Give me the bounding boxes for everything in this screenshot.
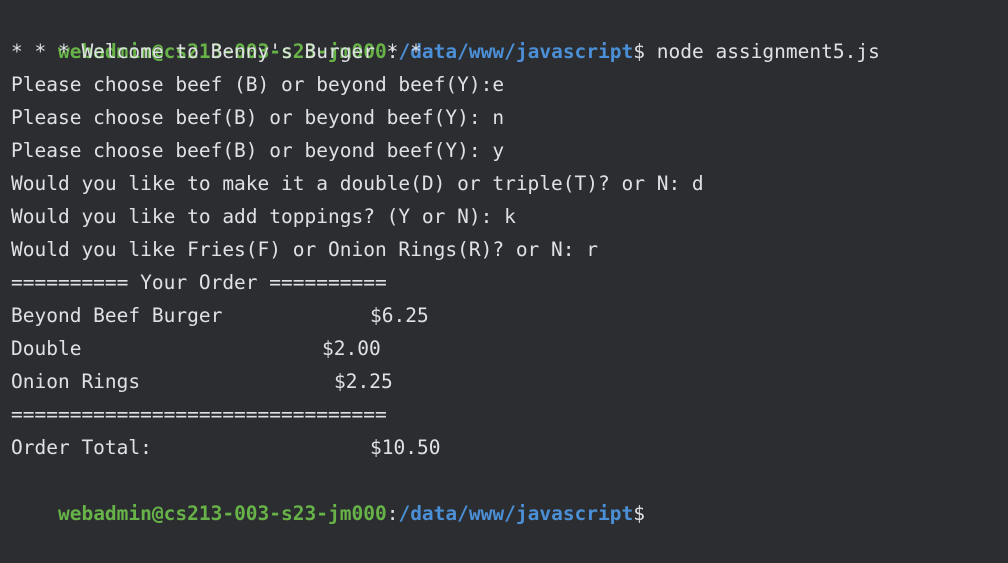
order-item-price: $2.00 <box>322 337 381 360</box>
prompt-line: webadmin@cs213-003-s23-jm000:/data/www/j… <box>11 464 1008 525</box>
order-header-line: ========== Your Order ========== <box>11 271 387 294</box>
prompt-line: webadmin@cs213-003-s23-jm000:/data/www/j… <box>11 2 1008 63</box>
order-total-label: Order Total: <box>11 436 152 459</box>
order-item-name: Beyond Beef Burger <box>11 304 223 327</box>
order-item-name: Double <box>11 337 82 360</box>
terminal-cursor[interactable] <box>645 504 656 525</box>
output-line: Please choose beef(B) or beyond beef(Y):… <box>11 106 505 129</box>
order-item-row: Beyond Beef Burger $6.25 <box>11 299 1008 332</box>
output-line: Please choose beef(B) or beyond beef(Y):… <box>11 139 505 162</box>
order-item-price: $2.25 <box>334 370 393 393</box>
order-total-row: Order Total: $10.50 <box>11 431 1008 464</box>
order-item-row: Onion Rings $2.25 <box>11 365 1008 398</box>
prompt-separator: : <box>386 502 399 525</box>
terminal-window[interactable]: webadmin@cs213-003-s23-jm000:/data/www/j… <box>0 0 1008 525</box>
prompt-path: /data/www/javascript <box>398 502 634 525</box>
welcome-line: * * * Welcome to Benny's Burger * * <box>11 40 422 63</box>
order-item-row: Double $2.00 <box>11 332 1008 365</box>
prompt-user-host: webadmin@cs213-003-s23-jm000 <box>57 502 387 525</box>
output-line: Would you like Fries(F) or Onion Rings(R… <box>11 238 598 261</box>
output-line: Would you like to add toppings? (Y or N)… <box>11 205 516 228</box>
order-separator-line: ================================ <box>11 403 387 426</box>
order-total-price: $10.50 <box>370 436 441 459</box>
output-line: Please choose beef (B) or beyond beef(Y)… <box>11 73 505 96</box>
order-item-name: Onion Rings <box>11 370 141 393</box>
output-line: Would you like to make it a double(D) or… <box>11 172 704 195</box>
prompt-dollar: $ <box>633 502 646 525</box>
order-item-price: $6.25 <box>370 304 429 327</box>
